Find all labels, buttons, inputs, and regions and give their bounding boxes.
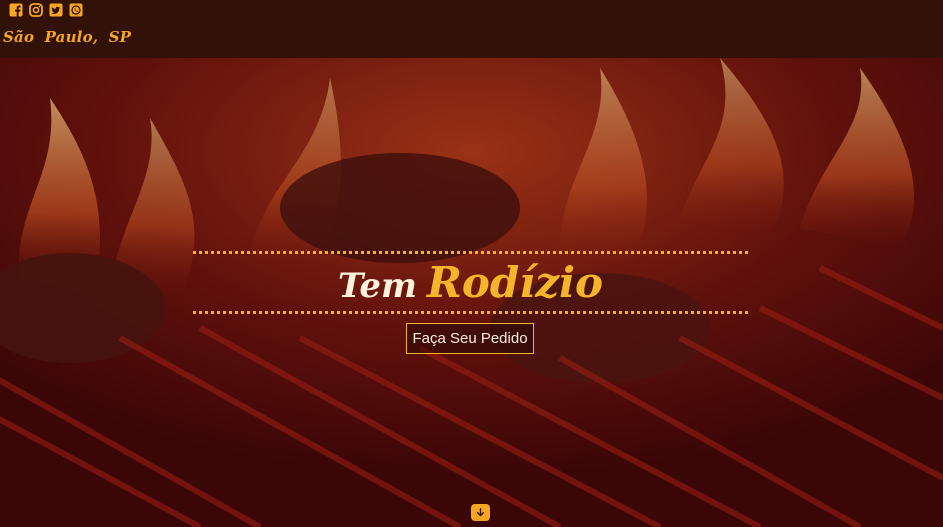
headline-word-tem: Tem [337,266,417,306]
whatsapp-icon[interactable] [69,3,83,17]
twitter-icon[interactable] [49,3,63,17]
headline-word-rodizio: Rodízio [426,258,604,307]
social-links [9,3,83,17]
scroll-down-button[interactable] [471,504,490,521]
location-text: São Paulo, SP [3,28,132,46]
hero-section: Tem Rodízio Faça Seu Pedido [0,58,943,527]
facebook-icon[interactable] [9,3,23,17]
decorative-divider-bottom [193,311,748,314]
arrow-down-icon [476,508,485,517]
decorative-divider-top [193,251,748,254]
instagram-icon[interactable] [29,3,43,17]
hero-headline: Tem Rodízio [193,258,748,307]
top-bar: São Paulo, SP [0,0,943,58]
order-button[interactable]: Faça Seu Pedido [406,323,534,354]
